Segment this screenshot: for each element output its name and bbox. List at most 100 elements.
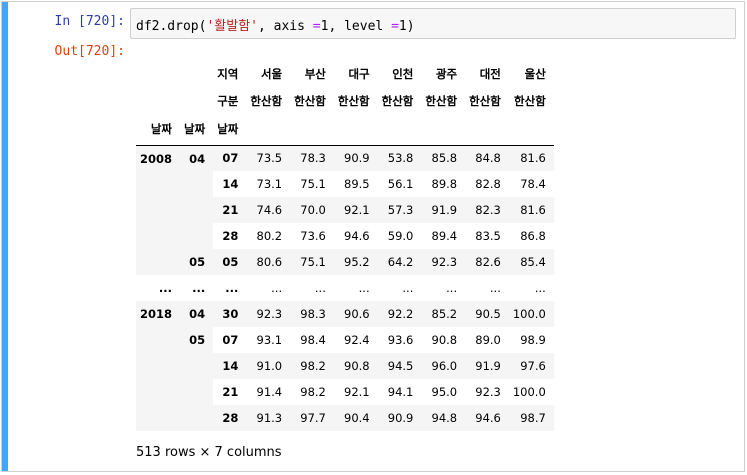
table-row: 2008 04 07 73.5 78.3 90.9 53.8 85.8 84.8 81.6 — [136, 145, 554, 275]
header-blank — [136, 87, 180, 114]
measure-header: 한산함 — [469, 93, 501, 108]
table-cell: 90.8 — [333, 353, 378, 379]
table-cell: 84.8 — [465, 145, 509, 171]
table-cell: 92.3 — [421, 249, 466, 275]
table-cell: 78.4 — [520, 177, 546, 191]
table-cell: ... — [489, 281, 501, 295]
region-header: 대전 — [479, 66, 501, 81]
table-cell: ... — [358, 281, 370, 295]
table-cell: 90.8 — [431, 333, 458, 347]
table-cell: 85.2 — [421, 301, 466, 327]
table-cell: 91.9 — [465, 353, 509, 379]
table-cell: 78.3 — [290, 145, 334, 171]
code-operator-token: = — [391, 19, 399, 34]
table-cell: ... — [534, 281, 546, 295]
table-cell: 64.2 — [377, 249, 422, 275]
table-cell: 96.0 — [421, 353, 466, 379]
output-prompt: Out[720]: — [54, 44, 125, 59]
header-blank — [180, 60, 213, 87]
table-cell: 91.9 — [421, 197, 466, 223]
table-cell: 56.1 — [387, 177, 414, 191]
table-cell: 74.6 — [246, 197, 291, 223]
region-header: 서울 — [260, 66, 283, 81]
table-cell: 85.8 — [421, 145, 466, 171]
table-cell: 95.0 — [431, 385, 458, 399]
table-cell: 89.8 — [431, 177, 458, 191]
table-cell: 92.1 — [344, 385, 370, 399]
header-blank — [180, 87, 213, 114]
table-cell: 98.3 — [290, 301, 334, 327]
table-cell: 53.8 — [377, 145, 422, 171]
code-token: , axis — [258, 19, 313, 34]
index-day: 14 — [222, 177, 239, 191]
table-cell: 90.6 — [333, 301, 378, 327]
table-cell: 94.1 — [387, 385, 414, 399]
table-cell: 70.0 — [290, 197, 334, 223]
table-cell: 98.2 — [300, 385, 326, 399]
index-name: 날짜 — [180, 114, 214, 146]
table-cell: 91.4 — [256, 385, 283, 399]
table-cell: 100.0 — [508, 301, 554, 327]
measure-header: 한산함 — [294, 93, 326, 108]
header-blank — [290, 114, 334, 146]
header-row-index-names: 날짜 날짜 날짜 — [136, 114, 554, 146]
table-cell: 59.0 — [387, 229, 414, 243]
table-cell: 82.8 — [475, 177, 501, 191]
table-cell: 94.8 — [421, 405, 466, 431]
table-cell: 90.5 — [465, 301, 509, 327]
table-cell: 89.0 — [475, 333, 501, 347]
table-cell: 85.4 — [508, 249, 554, 275]
header-blank — [333, 114, 378, 146]
index-day: 21 — [222, 385, 239, 399]
table-cell: ... — [402, 281, 414, 295]
table-cell: 97.7 — [290, 405, 334, 431]
column-level0-label: 지역 — [217, 66, 239, 81]
table-cell: 92.4 — [344, 333, 370, 347]
table-cell: 75.1 — [290, 249, 334, 275]
table-cell: 75.1 — [300, 177, 326, 191]
table-cell: 86.8 — [520, 229, 546, 243]
table-cell: 82.3 — [465, 197, 509, 223]
table-cell: 94.6 — [465, 405, 509, 431]
index-month: 05 — [180, 327, 214, 431]
table-cell: 94.5 — [377, 353, 422, 379]
code-token: 1) — [398, 19, 415, 34]
table-cell: 98.7 — [508, 405, 554, 431]
region-header: 부산 — [304, 66, 326, 81]
table-cell: 92.2 — [377, 301, 422, 327]
table-cell: 81.6 — [508, 145, 554, 171]
notebook-cell[interactable]: In [720]: df2.drop('활발함', axis =1, level… — [1, 1, 745, 472]
table-cell: 98.9 — [520, 333, 546, 347]
index-month: 04 — [180, 145, 214, 249]
code-operator-token: = — [312, 19, 321, 34]
table-cell: 93.6 — [387, 333, 414, 347]
index-year: 2018 — [136, 301, 181, 431]
cell-selection-bar — [2, 2, 8, 471]
table-cell: 97.6 — [508, 353, 554, 379]
dataframe-shape: 513 rows × 7 columns — [136, 445, 282, 460]
table-cell: 95.2 — [333, 249, 378, 275]
dataframe-output: 지역 서울 부산 대구 인천 광주 대전 울산 구분 한산함 한산함 한산함 한… — [136, 60, 554, 431]
measure-header: 한산함 — [514, 93, 546, 108]
table-cell: 90.4 — [333, 405, 378, 431]
table-row: 05 05 80.6 75.1 95.2 64.2 92.3 82.6 85.4 — [136, 249, 554, 275]
table-cell: 98.2 — [290, 353, 334, 379]
header-blank — [465, 114, 509, 146]
table-cell: 73.1 — [256, 177, 283, 191]
header-blank — [246, 114, 291, 146]
table-cell: 73.6 — [300, 229, 326, 243]
code-input[interactable]: df2.drop('활발함', axis =1, level =1) — [130, 8, 736, 39]
index-day: 07 — [213, 145, 247, 171]
table-cell: 82.6 — [465, 249, 509, 275]
table-cell: 92.1 — [333, 197, 378, 223]
table-cell: 57.3 — [377, 197, 422, 223]
region-header: 인천 — [392, 66, 414, 81]
measure-header: 한산함 — [425, 93, 458, 108]
header-blank — [377, 114, 422, 146]
header-row-measure: 구분 한산함 한산함 한산함 한산함 한산함 한산함 한산함 — [136, 87, 554, 114]
table-cell: ... — [314, 281, 326, 295]
table-cell: 92.3 — [246, 301, 291, 327]
table-cell: ... — [271, 281, 283, 295]
code-token: 1, level — [320, 19, 392, 34]
table-cell: 91.0 — [246, 353, 291, 379]
